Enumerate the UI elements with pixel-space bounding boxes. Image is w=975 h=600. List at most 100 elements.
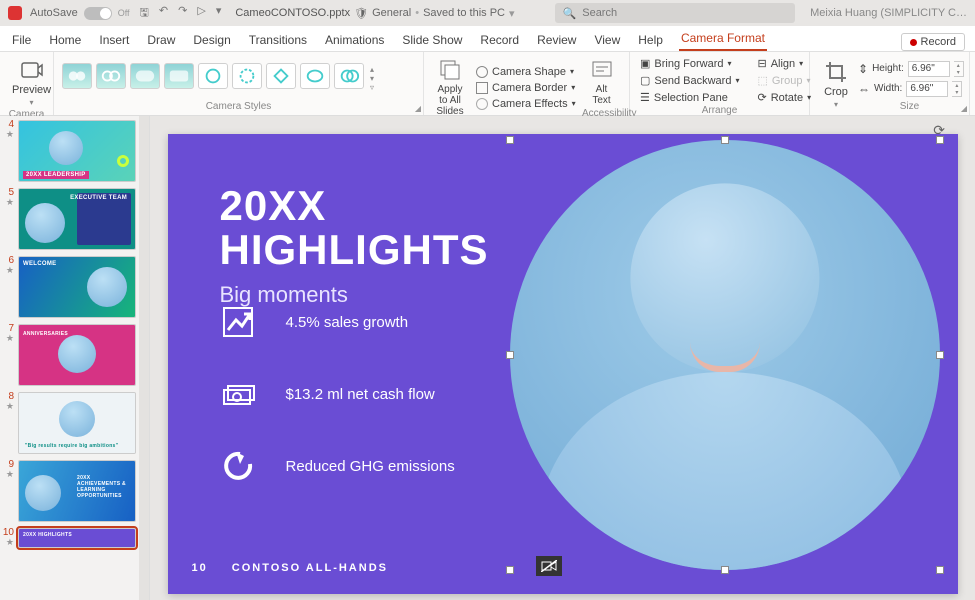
chevron-down-icon: ▾ bbox=[727, 59, 731, 68]
work-area: 4★ 20XX LEADERSHIP 5★ EXECUTIVE TEAM 6★ bbox=[0, 116, 975, 600]
crop-button[interactable]: Crop ▾ bbox=[818, 58, 854, 111]
chevron-down-icon: ▾ bbox=[834, 100, 838, 109]
tab-help[interactable]: Help bbox=[636, 29, 665, 51]
style-2[interactable] bbox=[96, 63, 126, 89]
tab-view[interactable]: View bbox=[592, 29, 622, 51]
title-block[interactable]: 20XXHIGHLIGHTS Big moments bbox=[220, 184, 489, 308]
style-9[interactable] bbox=[334, 63, 364, 89]
alt-text-button[interactable]: Alt Text bbox=[582, 56, 621, 108]
slide-thumb-7[interactable]: ANNIVERSARIES bbox=[18, 324, 136, 386]
width-input[interactable]: 6.96" bbox=[906, 81, 948, 97]
style-6[interactable] bbox=[232, 63, 262, 89]
qat-more-icon[interactable]: ▾ bbox=[216, 4, 222, 23]
quick-access-toolbar: 🖫 ↶ ↷ ▷ ▾ bbox=[140, 4, 222, 23]
tab-camera-format[interactable]: Camera Format bbox=[679, 27, 767, 51]
tab-file[interactable]: File bbox=[10, 29, 33, 51]
selection-pane-button[interactable]: ☰Selection Pane bbox=[638, 90, 741, 105]
slide[interactable]: 20XXHIGHLIGHTS Big moments 4.5% sales gr… bbox=[168, 134, 958, 594]
size-dialog-launcher-icon[interactable]: ◢ bbox=[961, 104, 967, 113]
camera-off-badge[interactable] bbox=[536, 556, 562, 576]
tab-design[interactable]: Design bbox=[191, 29, 232, 51]
resize-handle-e[interactable] bbox=[936, 351, 944, 359]
thumb-caption: ANNIVERSARIES bbox=[23, 331, 68, 337]
slide-thumb-8[interactable]: "Big results require big ambitions" bbox=[18, 392, 136, 454]
animation-star-icon: ★ bbox=[2, 266, 14, 275]
save-icon[interactable]: 🖫 bbox=[140, 4, 149, 23]
camera-styles-gallery[interactable]: ▴▾▿ bbox=[62, 63, 376, 94]
animation-star-icon: ★ bbox=[2, 130, 14, 139]
tab-home[interactable]: Home bbox=[47, 29, 83, 51]
slide-thumb-6[interactable]: WELCOME bbox=[18, 256, 136, 318]
cameo-object-selected[interactable] bbox=[510, 140, 940, 570]
document-name[interactable]: CameoCONTOSO.pptx bbox=[235, 7, 350, 19]
redo-icon[interactable]: ↷ bbox=[178, 4, 187, 23]
thumbnails-scrollbar[interactable] bbox=[139, 116, 149, 600]
ribbon-group-crop: Crop ▾ bbox=[810, 52, 850, 115]
style-5[interactable] bbox=[198, 63, 228, 89]
autosave-toggle[interactable]: AutoSave Off bbox=[30, 7, 130, 20]
resize-handle-ne[interactable] bbox=[936, 136, 944, 144]
camera-off-icon bbox=[541, 560, 557, 572]
group-menu[interactable]: ⬚Group▾ bbox=[755, 73, 813, 88]
slide-canvas-area[interactable]: ⟳ 20XXHIGHLIGHTS Big moments 4.5% sales … bbox=[150, 116, 975, 600]
record-button[interactable]: Record bbox=[901, 33, 965, 51]
avatar-placeholder bbox=[510, 140, 940, 570]
bring-forward-icon: ▣ bbox=[640, 57, 650, 70]
resize-handle-sw[interactable] bbox=[506, 566, 514, 574]
resize-handle-se[interactable] bbox=[936, 566, 944, 574]
animation-star-icon: ★ bbox=[2, 538, 14, 547]
height-input[interactable]: 6.96" bbox=[908, 61, 950, 77]
sensitivity-label[interactable]: General bbox=[372, 7, 411, 19]
camera-effects-menu[interactable]: Camera Effects▾ bbox=[474, 97, 578, 111]
style-8[interactable] bbox=[300, 63, 330, 89]
cash-icon bbox=[220, 376, 256, 412]
style-4[interactable] bbox=[164, 63, 194, 89]
tab-review[interactable]: Review bbox=[535, 29, 578, 51]
camera-border-menu[interactable]: Camera Border▾ bbox=[474, 81, 578, 95]
rotate-menu[interactable]: ⟳Rotate▾ bbox=[755, 90, 813, 105]
toggle-pill[interactable] bbox=[84, 7, 112, 20]
tab-animations[interactable]: Animations bbox=[323, 29, 386, 51]
sensitivity-icon[interactable]: 🛡 bbox=[354, 7, 368, 20]
undo-icon[interactable]: ↶ bbox=[159, 4, 168, 23]
gallery-scroll[interactable]: ▴▾▿ bbox=[368, 63, 376, 94]
start-slideshow-icon[interactable]: ▷ bbox=[197, 4, 205, 23]
style-3[interactable] bbox=[130, 63, 160, 89]
slide-thumb-9[interactable]: 20XX ACHIEVEMENTS & LEARNING OPPORTUNITI… bbox=[18, 460, 136, 522]
slide-thumb-5[interactable]: EXECUTIVE TEAM bbox=[18, 188, 136, 250]
alt-text-icon bbox=[588, 58, 616, 82]
camera-shape-menu[interactable]: Camera Shape▾ bbox=[474, 65, 578, 79]
animation-star-icon: ★ bbox=[2, 402, 14, 411]
preview-button[interactable]: Preview ▾ bbox=[8, 56, 55, 109]
send-backward-label: Send Backward bbox=[654, 75, 731, 87]
slide-thumbnails-panel[interactable]: 4★ 20XX LEADERSHIP 5★ EXECUTIVE TEAM 6★ bbox=[0, 116, 150, 600]
camera-border-label: Camera Border bbox=[492, 82, 567, 94]
bullets-block[interactable]: 4.5% sales growth $13.2 ml net cash flow… bbox=[220, 304, 455, 484]
selection-pane-icon: ☰ bbox=[640, 91, 650, 104]
tab-transitions[interactable]: Transitions bbox=[247, 29, 309, 51]
tab-insert[interactable]: Insert bbox=[97, 29, 131, 51]
tab-slide-show[interactable]: Slide Show bbox=[400, 29, 464, 51]
slide-thumb-4[interactable]: 20XX LEADERSHIP bbox=[18, 120, 136, 182]
resize-handle-nw[interactable] bbox=[506, 136, 514, 144]
height-spinner[interactable]: ▴▾ bbox=[954, 61, 964, 77]
tab-record[interactable]: Record bbox=[478, 29, 521, 51]
rotate-label: Rotate bbox=[771, 92, 803, 104]
apply-to-all-button[interactable]: Apply to All Slides bbox=[432, 56, 468, 119]
tab-draw[interactable]: Draw bbox=[145, 29, 177, 51]
search-box[interactable]: 🔍 Search bbox=[555, 3, 795, 23]
slide-thumb-10[interactable]: 20XX HIGHLIGHTS bbox=[18, 528, 136, 548]
align-menu[interactable]: ⊟Align▾ bbox=[755, 56, 813, 71]
ribbon-group-apply: Apply to All Slides Camera Shape▾ Camera… bbox=[424, 52, 574, 115]
styles-dialog-launcher-icon[interactable]: ◢ bbox=[415, 104, 421, 113]
saved-chevron-icon[interactable]: ▾ bbox=[509, 7, 515, 20]
resize-handle-s[interactable] bbox=[721, 566, 729, 574]
style-1[interactable] bbox=[62, 63, 92, 89]
width-spinner[interactable]: ▴▾ bbox=[952, 81, 962, 97]
bring-forward-button[interactable]: ▣Bring Forward▾ bbox=[638, 56, 741, 71]
user-account[interactable]: Meixia Huang (SIMPLICITY C… bbox=[810, 7, 967, 19]
resize-handle-w[interactable] bbox=[506, 351, 514, 359]
send-backward-button[interactable]: ▢Send Backward▾ bbox=[638, 73, 741, 88]
style-7[interactable] bbox=[266, 63, 296, 89]
resize-handle-n[interactable] bbox=[721, 136, 729, 144]
